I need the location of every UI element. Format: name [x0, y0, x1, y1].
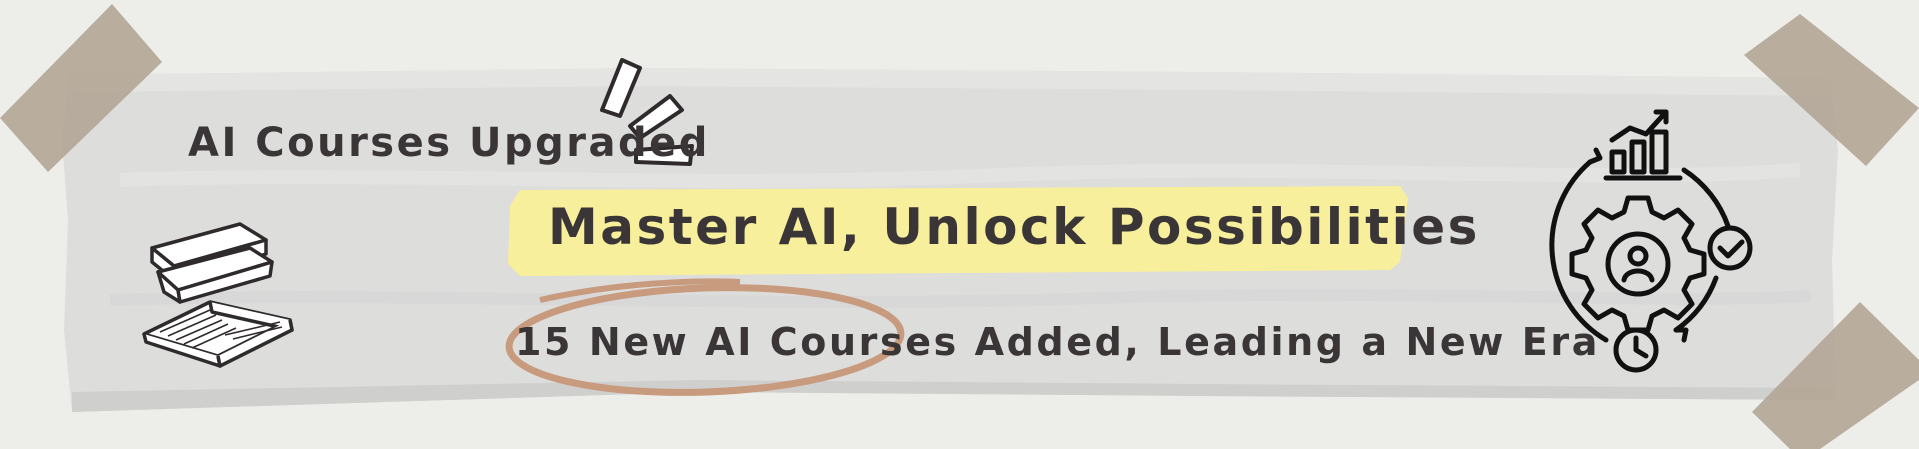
subheadline: 15 New AI Courses Added, Leading a New E… — [515, 320, 1600, 364]
headline-main: Master AI, Unlock Possibilities — [548, 198, 1480, 256]
headline-small: AI Courses Upgraded — [188, 120, 710, 166]
banner: AI Courses Upgraded Master AI, Unlock Po… — [0, 0, 1919, 449]
